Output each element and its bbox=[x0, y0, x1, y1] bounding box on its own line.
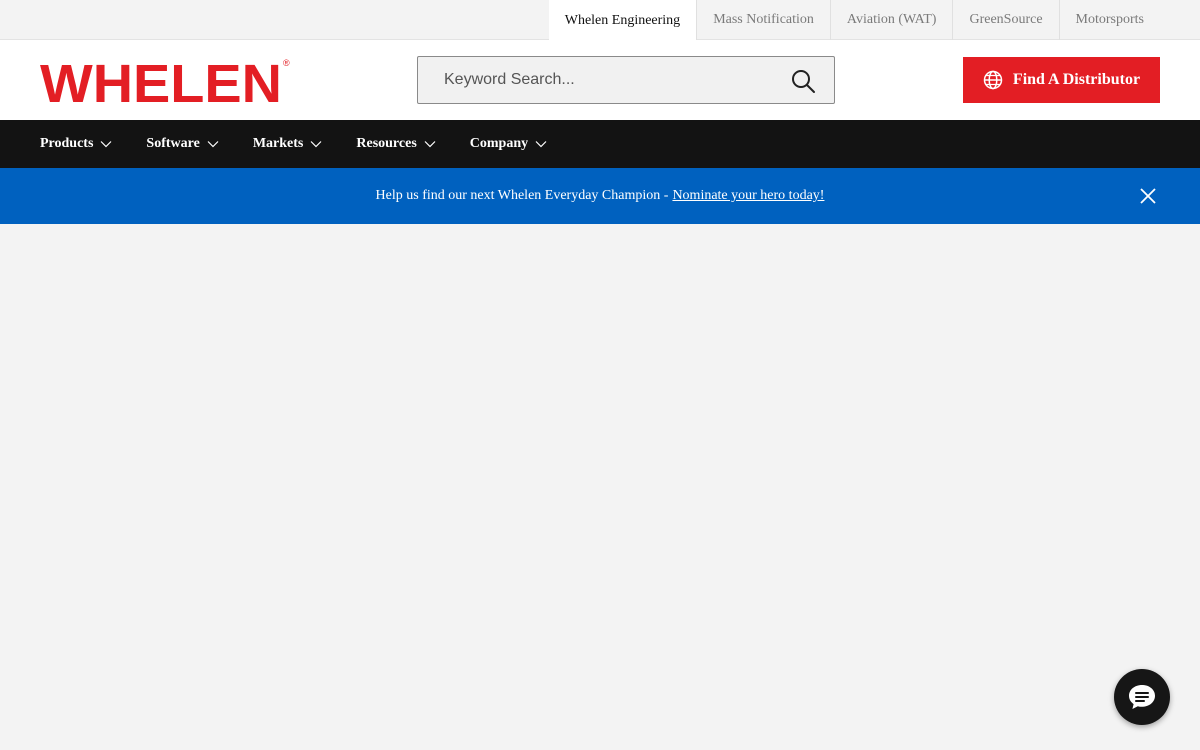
site-tab-mass-notification[interactable]: Mass Notification bbox=[696, 0, 830, 40]
nav-item-label: Products bbox=[40, 136, 94, 151]
close-icon[interactable] bbox=[1140, 188, 1156, 204]
whelen-logo[interactable]: WHELEN ® bbox=[40, 57, 292, 105]
nav-item-label: Software bbox=[146, 136, 200, 151]
announcement-bar: Help us find our next Whelen Everyday Ch… bbox=[0, 168, 1200, 224]
chevron-down-icon bbox=[207, 141, 219, 148]
nominate-link[interactable]: Nominate your hero today! bbox=[672, 188, 824, 204]
globe-icon bbox=[983, 70, 1003, 90]
logo-text: WHELEN bbox=[40, 57, 282, 105]
nav-item-label: Resources bbox=[356, 136, 417, 151]
logo-registered-mark: ® bbox=[283, 58, 290, 68]
chevron-down-icon bbox=[310, 141, 322, 148]
announcement-text: Help us find our next Whelen Everyday Ch… bbox=[375, 188, 669, 203]
chat-button[interactable] bbox=[1114, 669, 1170, 725]
search-icon[interactable] bbox=[790, 68, 816, 94]
find-distributor-button[interactable]: Find A Distributor bbox=[963, 57, 1160, 103]
site-tab-aviation[interactable]: Aviation (WAT) bbox=[829, 0, 953, 40]
nav-item-software[interactable]: Software bbox=[146, 136, 219, 152]
chevron-down-icon bbox=[535, 141, 547, 148]
main-nav: Products Software Markets Resources Comp… bbox=[0, 120, 1200, 168]
nav-item-company[interactable]: Company bbox=[470, 136, 547, 152]
search-box bbox=[417, 56, 835, 104]
site-tab-greensource[interactable]: GreenSource bbox=[952, 0, 1058, 40]
nav-item-label: Company bbox=[469, 136, 529, 151]
find-distributor-label: Find A Distributor bbox=[1012, 71, 1141, 88]
nav-item-resources[interactable]: Resources bbox=[356, 136, 436, 152]
chat-icon bbox=[1129, 685, 1155, 709]
search-input[interactable] bbox=[418, 57, 778, 103]
site-tab-motorsports[interactable]: Motorsports bbox=[1058, 0, 1160, 40]
chevron-down-icon bbox=[424, 141, 436, 148]
nav-item-label: Markets bbox=[252, 136, 304, 151]
nav-item-markets[interactable]: Markets bbox=[253, 136, 323, 152]
site-tabs: Whelen Engineering Mass Notification Avi… bbox=[548, 0, 1160, 41]
chevron-down-icon bbox=[100, 141, 112, 148]
site-switcher-bar: Whelen Engineering Mass Notification Avi… bbox=[0, 0, 1200, 41]
site-header: WHELEN ® Find A Distributor bbox=[0, 40, 1200, 120]
site-tab-whelen-engineering[interactable]: Whelen Engineering bbox=[548, 0, 697, 41]
nav-item-products[interactable]: Products bbox=[40, 136, 112, 152]
